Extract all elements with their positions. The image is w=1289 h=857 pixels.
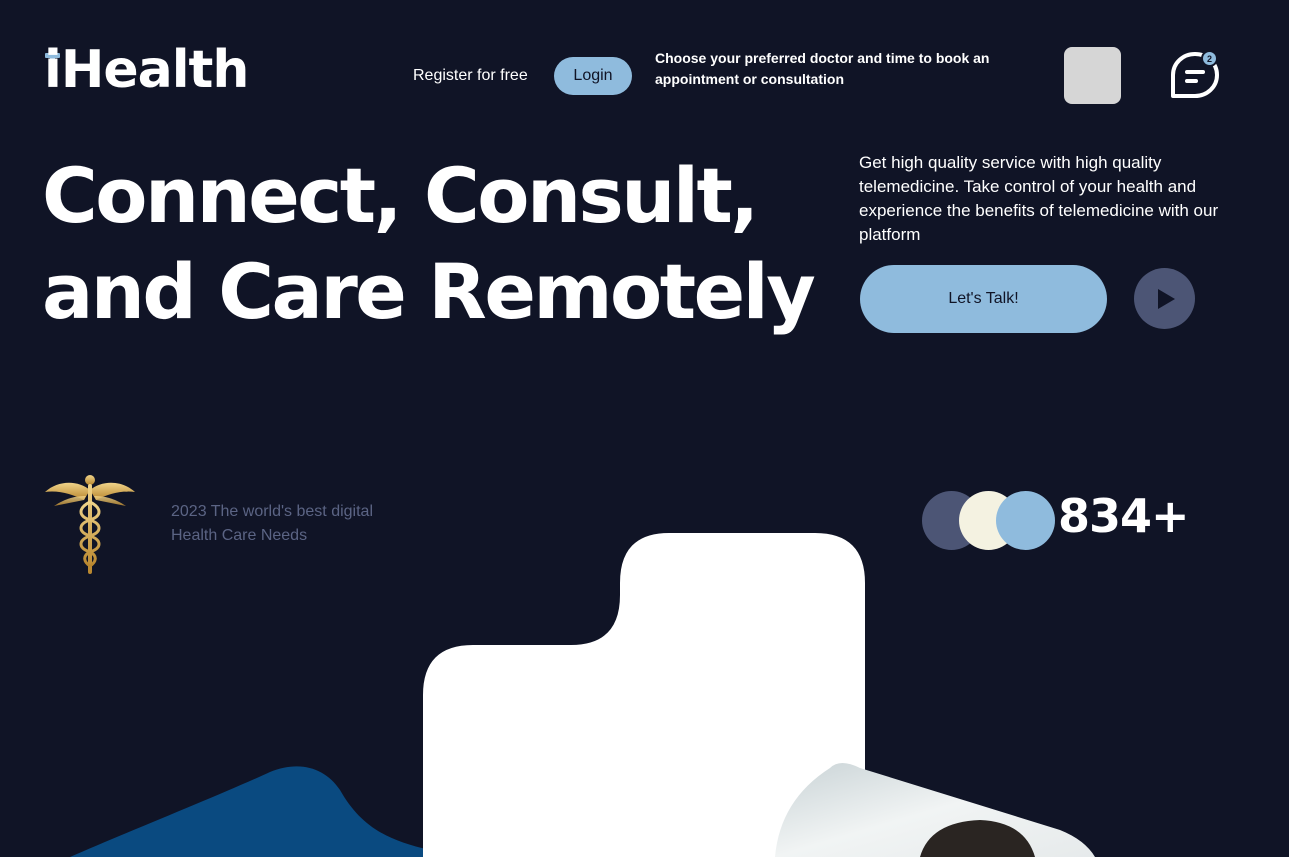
lets-talk-button[interactable]: Let's Talk! xyxy=(860,265,1107,333)
user-avatars-stack xyxy=(922,491,1062,551)
doctor-photo xyxy=(775,763,1095,857)
register-link[interactable]: Register for free xyxy=(413,67,528,85)
play-icon xyxy=(1157,288,1175,309)
tagline: 2023 The world's best digital Health Car… xyxy=(171,503,373,544)
avatar[interactable] xyxy=(1064,47,1121,104)
hero-description: Get high quality service with high quali… xyxy=(859,153,1219,244)
header-info-text: Choose your preferred doctor and time to… xyxy=(655,50,990,87)
notification-badge: 2 xyxy=(1201,50,1218,67)
hero-title: Connect, Consult, and Care Remotely xyxy=(42,151,816,336)
caduceus-icon xyxy=(45,475,135,574)
play-button[interactable] xyxy=(1134,268,1195,329)
avatar-circle xyxy=(996,491,1055,550)
login-button[interactable]: Login xyxy=(554,57,632,95)
user-count: 834+ xyxy=(1058,489,1190,543)
logo[interactable]: iHealth xyxy=(44,44,249,96)
